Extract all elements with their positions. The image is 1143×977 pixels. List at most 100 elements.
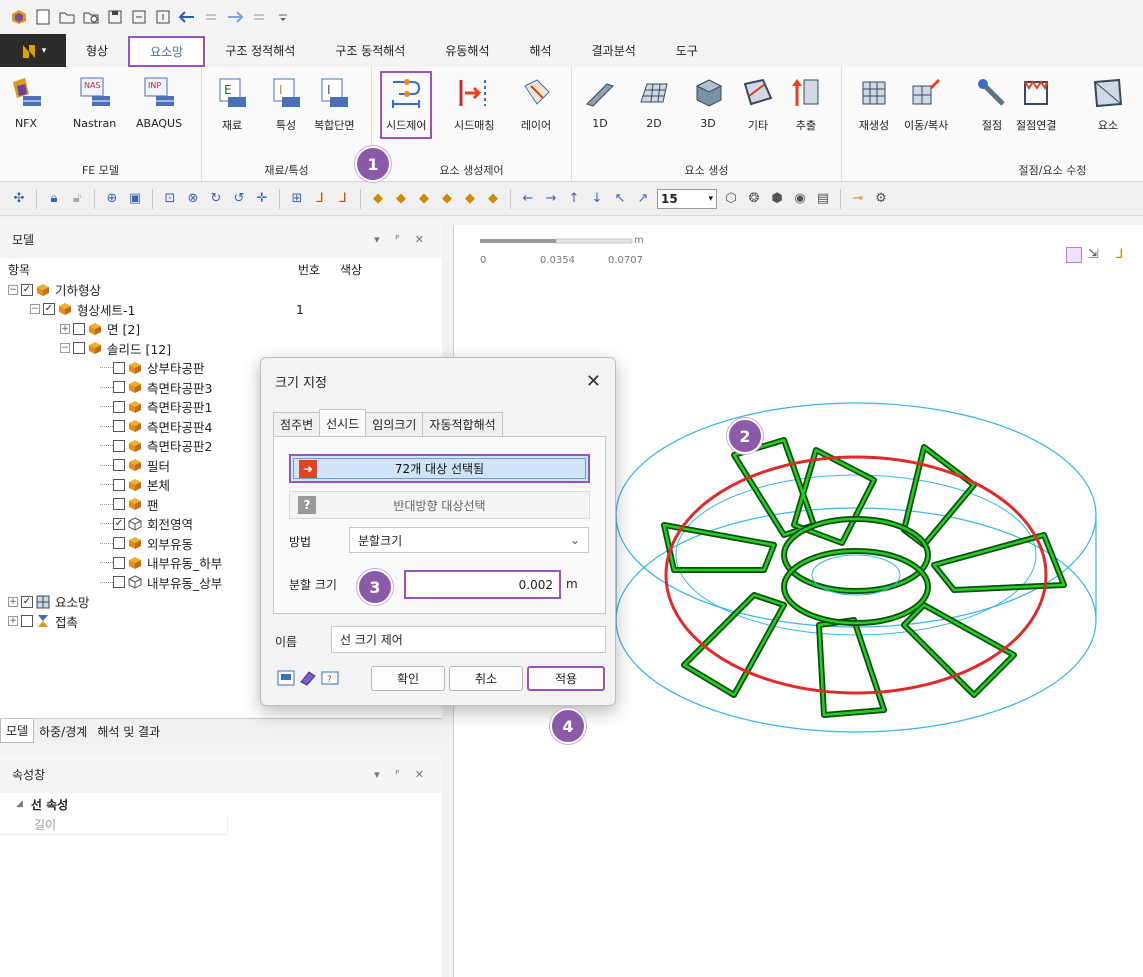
view-front-icon[interactable]: ◆ bbox=[392, 190, 410, 208]
arrow-up-icon[interactable]: ↑ bbox=[565, 190, 583, 208]
tab-cfd[interactable]: 유동해석 bbox=[425, 34, 509, 67]
zoom-fit-icon[interactable]: ▣ bbox=[126, 190, 144, 208]
cancel-button[interactable]: 취소 bbox=[449, 666, 523, 691]
arrow-left-icon[interactable]: ← bbox=[519, 190, 537, 208]
visibility-checkbox[interactable] bbox=[113, 537, 125, 550]
mesh-2d-button[interactable]: 2D bbox=[636, 75, 672, 130]
zoom-in-out-icon[interactable]: ⊗ bbox=[184, 190, 202, 208]
material-button[interactable]: E 재료 bbox=[214, 75, 250, 133]
visibility-checkbox[interactable] bbox=[113, 459, 125, 472]
zoom-icon[interactable]: ⊕ bbox=[103, 190, 121, 208]
expand-icon[interactable]: + bbox=[8, 616, 18, 627]
tab-results[interactable]: 결과분석 bbox=[572, 34, 656, 67]
element-button[interactable]: 요소 bbox=[1090, 75, 1126, 133]
visibility-checkbox[interactable] bbox=[113, 478, 125, 491]
open-folder-icon[interactable] bbox=[58, 8, 76, 26]
view-left-icon[interactable]: ◆ bbox=[438, 190, 456, 208]
import-icon[interactable] bbox=[130, 8, 148, 26]
collapse-icon[interactable]: − bbox=[60, 343, 70, 354]
tab-auto-adaptive[interactable]: 자동적합해석 bbox=[422, 412, 503, 436]
visibility-checkbox[interactable] bbox=[21, 615, 33, 628]
visibility-checkbox[interactable]: ✓ bbox=[43, 303, 55, 316]
visibility-checkbox[interactable] bbox=[113, 498, 125, 511]
view-iso-icon[interactable]: ◆ bbox=[369, 190, 387, 208]
ok-button[interactable]: 확인 bbox=[371, 666, 445, 691]
nfx-button[interactable]: NFX bbox=[8, 75, 44, 130]
visibility-checkbox[interactable] bbox=[113, 400, 125, 413]
tree-row[interactable]: − ✓ 형상세트-1 1 bbox=[0, 300, 442, 320]
help-book-icon[interactable]: ? bbox=[321, 670, 339, 686]
reverse-select-button[interactable]: ? 반대방향 대상선택 bbox=[289, 491, 590, 519]
abaqus-button[interactable]: INP ABAQUS bbox=[136, 75, 182, 130]
mesh-1d-button[interactable]: 1D bbox=[582, 75, 618, 130]
visibility-checkbox[interactable]: ✓ bbox=[21, 595, 33, 608]
rotation-step-select[interactable]: 15 ▾ bbox=[657, 188, 717, 209]
arrow-upleft-icon[interactable]: ↖ bbox=[611, 190, 629, 208]
mesh-other-button[interactable]: 기타 bbox=[740, 75, 776, 133]
tree-row[interactable]: − ✓ 기하형상 bbox=[0, 280, 442, 300]
section-view-icon[interactable]: ▤ bbox=[814, 190, 832, 208]
rotate-ccw-icon[interactable]: ↺ bbox=[230, 190, 248, 208]
close-icon[interactable]: ✕ bbox=[586, 371, 601, 392]
transparency-icon[interactable]: ◉ bbox=[791, 190, 809, 208]
tab-tools[interactable]: 도구 bbox=[656, 34, 718, 67]
app-menu-button[interactable]: ▾ bbox=[0, 34, 66, 67]
render-mode-icon[interactable]: ❂ bbox=[745, 190, 763, 208]
tab-mesh[interactable]: 요소망 bbox=[128, 35, 206, 67]
tab-load-boundary[interactable]: 하중/경계 bbox=[34, 719, 92, 743]
visibility-checkbox[interactable] bbox=[113, 420, 125, 433]
tab-line-seed[interactable]: 선시드 bbox=[319, 409, 367, 436]
zoom-window-icon[interactable]: ⊡ bbox=[161, 190, 179, 208]
division-size-input[interactable]: 0.002 bbox=[404, 570, 561, 599]
method-select[interactable]: 분할크기 ⌄ bbox=[349, 527, 589, 553]
apply-button[interactable]: 적용 bbox=[527, 666, 605, 691]
visibility-checkbox[interactable] bbox=[113, 381, 125, 394]
panel-controls[interactable]: ▾ ᴾ ✕ bbox=[374, 768, 430, 781]
save-icon[interactable] bbox=[106, 8, 124, 26]
composite-section-button[interactable]: I 복합단면 bbox=[314, 75, 354, 133]
tab-static-analysis[interactable]: 구조 정적해석 bbox=[205, 34, 315, 67]
tree-row[interactable]: + 면 [2] bbox=[0, 319, 442, 339]
expand-icon[interactable]: + bbox=[60, 323, 70, 334]
panel-controls[interactable]: ▾ ᴾ ✕ bbox=[374, 233, 430, 246]
property-row-length[interactable]: 길이 bbox=[0, 815, 228, 835]
mesh-3d-button[interactable]: 3D bbox=[690, 75, 726, 130]
pan-icon[interactable]: ✛ bbox=[253, 190, 271, 208]
axis-local-icon[interactable]: ⅃ bbox=[334, 190, 352, 208]
property-button[interactable]: I 특성 bbox=[268, 75, 304, 133]
extract-button[interactable]: 추출 bbox=[788, 75, 824, 133]
visibility-checkbox[interactable] bbox=[113, 361, 125, 374]
select-filter-icon[interactable]: ✣ bbox=[10, 190, 28, 208]
tab-geometry[interactable]: 형상 bbox=[66, 34, 128, 67]
property-category[interactable]: ◢ 선 속성 bbox=[0, 793, 442, 815]
select-target-button[interactable]: ➜ 72개 대상 선택됨 bbox=[289, 454, 590, 483]
arrow-right-icon[interactable]: → bbox=[542, 190, 560, 208]
expand-icon[interactable]: + bbox=[8, 596, 18, 607]
export-icon[interactable] bbox=[154, 8, 172, 26]
link-icon[interactable]: ⊸ bbox=[849, 190, 867, 208]
tab-model[interactable]: 모델 bbox=[0, 719, 35, 743]
visibility-checkbox[interactable] bbox=[113, 439, 125, 452]
tab-analysis[interactable]: 해석 bbox=[510, 34, 572, 67]
rotate-icon[interactable]: ↻ bbox=[207, 190, 225, 208]
axis-icon[interactable]: ⅃ bbox=[311, 190, 329, 208]
name-field[interactable]: 선 크기 제어 bbox=[331, 626, 606, 653]
new-file-icon[interactable] bbox=[34, 8, 52, 26]
customize-icon[interactable] bbox=[274, 8, 292, 26]
seed-control-button[interactable]: 시드제어 bbox=[380, 71, 433, 139]
visibility-checkbox[interactable]: ✓ bbox=[113, 517, 125, 530]
undo-icon[interactable] bbox=[178, 8, 196, 26]
redo-list-icon[interactable] bbox=[250, 8, 268, 26]
layer-button[interactable]: 레이어 bbox=[518, 75, 554, 133]
settings-icon[interactable]: ⚙ bbox=[872, 190, 890, 208]
collapse-icon[interactable]: − bbox=[30, 304, 40, 315]
collapse-icon[interactable]: − bbox=[8, 284, 18, 295]
regenerate-button[interactable]: 재생성 bbox=[856, 75, 892, 133]
tab-analysis-results[interactable]: 해석 및 결과 bbox=[92, 719, 165, 743]
tree-row[interactable]: − 솔리드 [12] bbox=[0, 339, 442, 359]
visibility-checkbox[interactable] bbox=[73, 342, 85, 355]
move-copy-button[interactable]: 이동/복사 bbox=[904, 75, 948, 133]
tab-arbitrary-size[interactable]: 임의크기 bbox=[365, 412, 424, 436]
seed-matching-button[interactable]: 시드매칭 bbox=[454, 75, 494, 133]
view-top-icon[interactable]: ◆ bbox=[484, 190, 502, 208]
